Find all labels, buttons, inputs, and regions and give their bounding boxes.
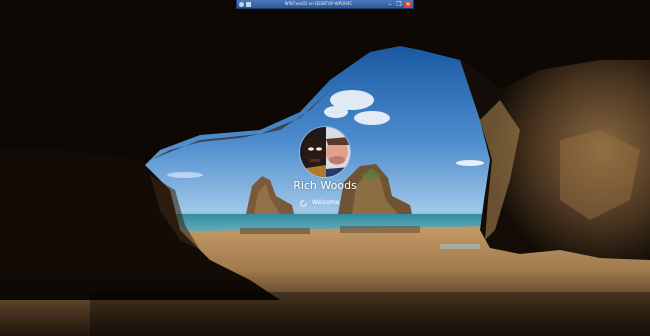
remote-session-title: WIN7xxx02 on DESKTOP-WPOR4C bbox=[284, 1, 353, 6]
minimize-button[interactable]: – bbox=[386, 1, 394, 8]
user-avatar bbox=[300, 127, 350, 177]
restore-button[interactable]: ❐ bbox=[395, 1, 403, 8]
remote-connection-bar[interactable]: WIN7xxx02 on DESKTOP-WPOR4C – ❐ ✕ bbox=[236, 0, 414, 9]
close-button[interactable]: ✕ bbox=[404, 0, 412, 8]
sign-in-status: Welcome bbox=[300, 197, 360, 209]
welcome-status-text: Welcome bbox=[312, 199, 340, 206]
remote-desktop-screen: WIN7xxx02 on DESKTOP-WPOR4C – ❐ ✕ Rich W… bbox=[0, 0, 650, 336]
user-name-label: Rich Woods bbox=[293, 179, 357, 192]
avatar-photo bbox=[300, 127, 350, 177]
pin-icon[interactable] bbox=[239, 1, 244, 7]
signal-icon bbox=[246, 1, 251, 7]
loading-spinner-icon bbox=[300, 199, 307, 207]
